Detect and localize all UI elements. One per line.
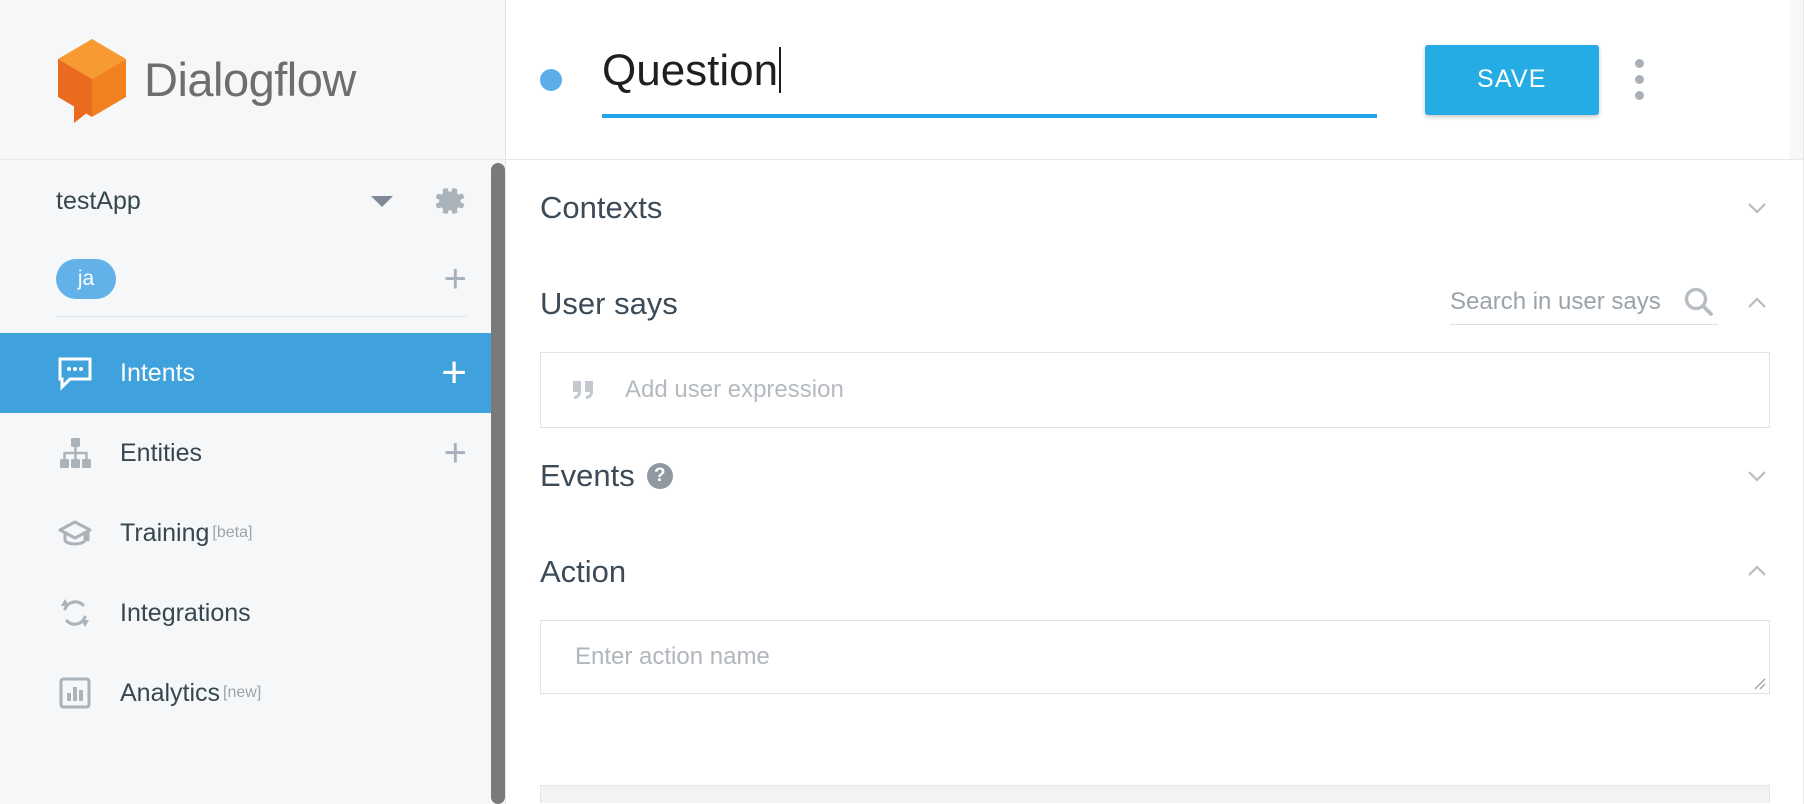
- intent-title-underline: [602, 113, 1377, 118]
- section-title: Action: [540, 554, 627, 589]
- help-circle-icon[interactable]: ?: [646, 463, 673, 489]
- add-language-plus-icon[interactable]: +: [444, 259, 467, 299]
- sidebar-nav: Intents + Entities + Training [beta] Int…: [0, 317, 505, 733]
- search-icon[interactable]: [1680, 284, 1718, 322]
- section-contexts-header[interactable]: Contexts: [540, 160, 1770, 256]
- add-intent-plus-icon[interactable]: +: [441, 351, 467, 395]
- intent-title-value: Question: [602, 45, 779, 95]
- brand-name: Dialogflow: [144, 53, 356, 106]
- caret-down-icon[interactable]: [371, 195, 393, 207]
- language-row: ja +: [0, 242, 505, 316]
- graduation-cap-icon: [56, 514, 94, 552]
- search-input[interactable]: Search in user says: [1450, 288, 1680, 316]
- sidebar-item-badge: [new]: [223, 684, 262, 701]
- section-title: User says: [540, 286, 678, 321]
- add-user-expression-input[interactable]: Add user expression: [540, 352, 1770, 428]
- resize-grip-icon[interactable]: [1752, 676, 1766, 690]
- save-button[interactable]: SAVE: [1425, 44, 1599, 115]
- chevron-down-icon[interactable]: [1744, 195, 1770, 221]
- intent-title-text-wrap: Question: [602, 42, 1377, 114]
- text-cursor: [779, 46, 782, 93]
- sidebar-item-integrations[interactable]: Integrations: [0, 573, 505, 653]
- sidebar: Dialogflow testApp ja + Intents + Entiti…: [0, 0, 506, 804]
- user-says-search[interactable]: Search in user says: [1450, 284, 1718, 325]
- sidebar-item-intents[interactable]: Intents +: [0, 333, 505, 413]
- chevron-down-icon[interactable]: [1744, 463, 1770, 489]
- brand-logo[interactable]: Dialogflow: [0, 0, 505, 160]
- chevron-up-icon[interactable]: [1744, 559, 1770, 585]
- intent-header: Question SAVE: [506, 0, 1804, 160]
- section-events-header[interactable]: Events?: [540, 428, 1770, 524]
- section-title: Events: [540, 458, 635, 493]
- language-chip-ja[interactable]: ja: [56, 259, 116, 299]
- add-entity-plus-icon[interactable]: +: [444, 433, 467, 473]
- intent-status-dot: [540, 68, 562, 91]
- kebab-dot: [1635, 59, 1645, 68]
- section-user-says-header[interactable]: User says Search in user says: [540, 256, 1770, 352]
- agent-name: testApp: [56, 186, 141, 215]
- parameters-panel: [540, 785, 1770, 803]
- add-user-expression-placeholder: Add user expression: [625, 376, 844, 403]
- sidebar-item-label: Analytics: [120, 678, 221, 707]
- action-name-input[interactable]: Enter action name: [540, 620, 1770, 694]
- chevron-up-icon[interactable]: [1744, 291, 1770, 317]
- kebab-dot: [1635, 75, 1645, 84]
- kebab-dot: [1635, 91, 1645, 100]
- sitemap-icon: [56, 434, 94, 472]
- sidebar-item-analytics[interactable]: Analytics [new]: [0, 653, 505, 733]
- intent-body: Contexts User says Search in user says A…: [506, 160, 1804, 803]
- sidebar-item-badge: [beta]: [212, 524, 253, 541]
- sidebar-item-label: Integrations: [120, 598, 251, 627]
- sidebar-item-entities[interactable]: Entities +: [0, 413, 505, 493]
- agent-selector[interactable]: testApp: [0, 160, 505, 242]
- sidebar-item-training[interactable]: Training [beta]: [0, 493, 505, 573]
- header-right-fill: [1790, 0, 1804, 160]
- section-title: Contexts: [540, 190, 663, 225]
- action-name-placeholder: Enter action name: [575, 643, 770, 670]
- sidebar-item-label: Entities: [120, 438, 202, 467]
- section-action-header[interactable]: Action: [540, 524, 1770, 620]
- main-panel: Question SAVE Contexts User says Search …: [506, 0, 1804, 804]
- sidebar-scrollbar[interactable]: [491, 161, 505, 804]
- gear-icon[interactable]: [433, 184, 467, 218]
- sidebar-scrollbar-thumb[interactable]: [491, 163, 505, 804]
- quote-icon: [571, 379, 597, 401]
- sidebar-item-label: Training: [120, 518, 210, 547]
- dialogflow-console: Dialogflow testApp ja + Intents + Entiti…: [0, 0, 1804, 804]
- chat-bubble-icon: [56, 354, 94, 392]
- dialogflow-cube-logo-icon: [56, 37, 128, 123]
- kebab-vertical-icon[interactable]: [1635, 59, 1645, 100]
- intent-title-field[interactable]: Question: [602, 42, 1377, 118]
- sync-arrows-icon: [56, 594, 94, 632]
- sidebar-item-label: Intents: [120, 358, 196, 387]
- bar-chart-icon: [56, 674, 94, 712]
